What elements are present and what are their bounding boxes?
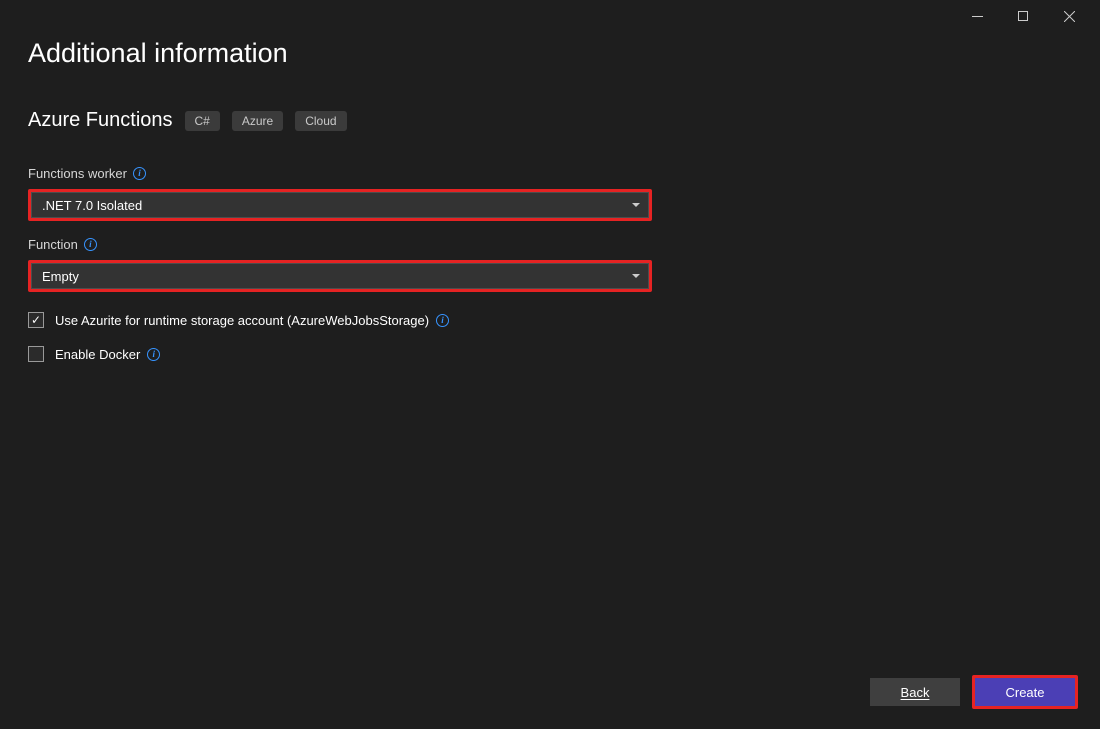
minimize-icon — [972, 11, 983, 22]
functions-worker-field: Functions worker i .NET 7.0 Isolated — [28, 166, 1072, 221]
field-label: Function i — [28, 237, 1072, 252]
azurite-label-text: Use Azurite for runtime storage account … — [55, 313, 429, 328]
template-tag: Azure — [232, 111, 283, 131]
back-button[interactable]: Back — [870, 678, 960, 706]
titlebar — [0, 0, 1100, 32]
function-value: Empty — [42, 269, 79, 284]
create-button[interactable]: Create — [975, 678, 1075, 706]
function-select-highlight: Empty — [28, 260, 652, 292]
maximize-button[interactable] — [1000, 2, 1046, 30]
azurite-checkbox[interactable] — [28, 312, 44, 328]
create-button-highlight: Create — [972, 675, 1078, 709]
close-button[interactable] — [1046, 2, 1092, 30]
functions-worker-value: .NET 7.0 Isolated — [42, 198, 142, 213]
template-header: Azure Functions C# Azure Cloud — [28, 109, 1072, 132]
info-icon[interactable]: i — [84, 238, 97, 251]
functions-worker-select-highlight: .NET 7.0 Isolated — [28, 189, 652, 221]
content-area: Additional information Azure Functions C… — [0, 32, 1100, 655]
docker-label-text: Enable Docker — [55, 347, 140, 362]
functions-worker-label-text: Functions worker — [28, 166, 127, 181]
azurite-checkbox-label[interactable]: Use Azurite for runtime storage account … — [55, 313, 449, 328]
template-name: Azure Functions — [28, 109, 173, 132]
dialog-footer: Back Create — [0, 655, 1100, 729]
docker-checkbox-label[interactable]: Enable Docker i — [55, 347, 160, 362]
function-label-text: Function — [28, 237, 78, 252]
info-icon[interactable]: i — [147, 348, 160, 361]
minimize-button[interactable] — [954, 2, 1000, 30]
function-field: Function i Empty — [28, 237, 1072, 292]
chevron-down-icon — [632, 203, 640, 207]
docker-checkbox[interactable] — [28, 346, 44, 362]
close-icon — [1064, 11, 1075, 22]
docker-checkbox-row: Enable Docker i — [28, 346, 1072, 362]
template-tag: C# — [185, 111, 220, 131]
page-title: Additional information — [28, 38, 1072, 69]
dialog-window: Additional information Azure Functions C… — [0, 0, 1100, 729]
azurite-checkbox-row: Use Azurite for runtime storage account … — [28, 312, 1072, 328]
function-select[interactable]: Empty — [31, 263, 649, 289]
maximize-icon — [1018, 11, 1028, 21]
info-icon[interactable]: i — [436, 314, 449, 327]
template-tag: Cloud — [295, 111, 346, 131]
functions-worker-select[interactable]: .NET 7.0 Isolated — [31, 192, 649, 218]
chevron-down-icon — [632, 274, 640, 278]
info-icon[interactable]: i — [133, 167, 146, 180]
field-label: Functions worker i — [28, 166, 1072, 181]
